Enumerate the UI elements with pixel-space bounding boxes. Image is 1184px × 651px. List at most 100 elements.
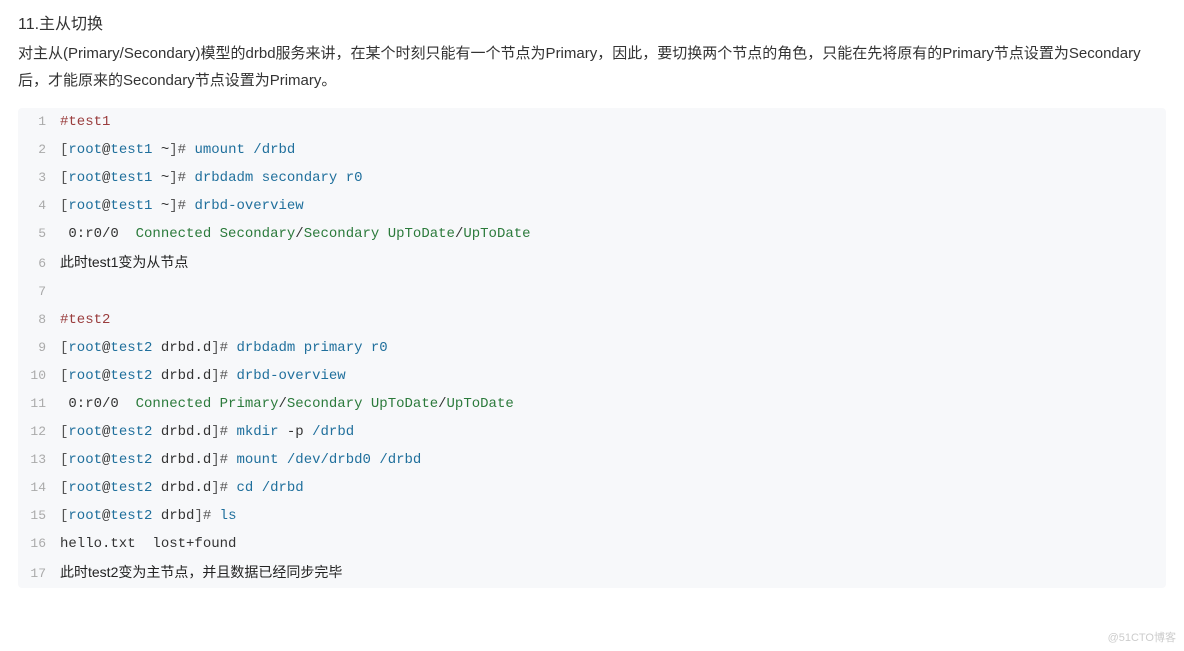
code-token: ~ bbox=[152, 170, 169, 186]
line-number: 15 bbox=[18, 502, 60, 530]
code-token: root bbox=[68, 452, 102, 468]
article-section: 11.主从切换 对主从(Primary/Secondary)模型的drbd服务来… bbox=[0, 0, 1184, 588]
code-token: drbd-overview bbox=[236, 368, 345, 384]
code-token: test2 bbox=[110, 340, 152, 356]
code-token: 此时test1变为从节点 bbox=[60, 254, 188, 270]
code-line: 1#test1 bbox=[18, 108, 1166, 136]
code-token: test2 bbox=[110, 368, 152, 384]
code-line: 11 0:r0/0 Connected Primary/Secondary Up… bbox=[18, 390, 1166, 418]
code-line: 8#test2 bbox=[18, 306, 1166, 334]
code-token: mkdir bbox=[236, 424, 278, 440]
code-token: drbd-overview bbox=[194, 198, 303, 214]
code-token: / bbox=[278, 396, 286, 412]
code-token bbox=[337, 170, 345, 186]
code-token: hello.txt lost+found bbox=[60, 536, 236, 552]
code-token bbox=[211, 396, 219, 412]
code-token: ] bbox=[169, 142, 177, 158]
line-number: 1 bbox=[18, 108, 60, 136]
code-token: # bbox=[220, 424, 237, 440]
section-heading: 11.主从切换 bbox=[18, 10, 1166, 34]
line-content: [root@test2 drbd.d]# drbdadm primary r0 bbox=[60, 334, 1166, 362]
line-number: 4 bbox=[18, 192, 60, 220]
line-content: #test1 bbox=[60, 108, 1166, 136]
line-number: 12 bbox=[18, 418, 60, 446]
code-line: 17此时test2变为主节点，并且数据已经同步完毕 bbox=[18, 558, 1166, 588]
code-token: # bbox=[220, 368, 237, 384]
code-token: UpToDate bbox=[447, 396, 514, 412]
code-token: # bbox=[203, 508, 220, 524]
code-token: UpToDate bbox=[388, 226, 455, 242]
code-token: Secondary bbox=[287, 396, 363, 412]
line-number: 8 bbox=[18, 306, 60, 334]
code-token: 此时test2变为主节点，并且数据已经同步完毕 bbox=[60, 564, 342, 580]
code-token: Connected bbox=[136, 226, 212, 242]
code-line: 10[root@test2 drbd.d]# drbd-overview bbox=[18, 362, 1166, 390]
code-token: Primary bbox=[220, 396, 279, 412]
code-token: #test2 bbox=[60, 312, 110, 328]
code-token: /drbd bbox=[312, 424, 354, 440]
code-token: umount bbox=[194, 142, 244, 158]
code-token: Connected bbox=[136, 396, 212, 412]
code-token: root bbox=[68, 170, 102, 186]
code-token: # bbox=[178, 142, 195, 158]
code-token bbox=[363, 396, 371, 412]
code-token: / bbox=[295, 226, 303, 242]
code-token: #test1 bbox=[60, 114, 110, 130]
code-line: 13[root@test2 drbd.d]# mount /dev/drbd0 … bbox=[18, 446, 1166, 474]
code-token: root bbox=[68, 340, 102, 356]
code-token: ] bbox=[211, 452, 219, 468]
code-token: drbd.d bbox=[152, 452, 211, 468]
line-content: 0:r0/0 Connected Primary/Secondary UpToD… bbox=[60, 390, 1166, 418]
code-block: 1#test12[root@test1 ~]# umount /drbd3[ro… bbox=[18, 108, 1166, 588]
code-token bbox=[278, 452, 286, 468]
line-number: 17 bbox=[18, 560, 60, 588]
code-token: test2 bbox=[110, 480, 152, 496]
code-token: # bbox=[220, 340, 237, 356]
code-token: drbd.d bbox=[152, 424, 211, 440]
code-token: UpToDate bbox=[371, 396, 438, 412]
code-token: Secondary bbox=[220, 226, 296, 242]
code-token: root bbox=[68, 508, 102, 524]
code-token: # bbox=[178, 198, 195, 214]
code-token: root bbox=[68, 142, 102, 158]
line-content: #test2 bbox=[60, 306, 1166, 334]
code-token: root bbox=[68, 480, 102, 496]
code-line: 6此时test1变为从节点 bbox=[18, 248, 1166, 278]
line-content: [root@test2 drbd.d]# mkdir -p /drbd bbox=[60, 418, 1166, 446]
line-number: 9 bbox=[18, 334, 60, 362]
code-token: root bbox=[68, 368, 102, 384]
code-token bbox=[278, 424, 286, 440]
code-token bbox=[253, 170, 261, 186]
line-number: 6 bbox=[18, 250, 60, 278]
line-content: [root@test2 drbd.d]# drbd-overview bbox=[60, 362, 1166, 390]
code-token: test2 bbox=[110, 424, 152, 440]
code-token: /drbd bbox=[379, 452, 421, 468]
code-token bbox=[304, 424, 312, 440]
code-line: 14[root@test2 drbd.d]# cd /drbd bbox=[18, 474, 1166, 502]
code-line: 2[root@test1 ~]# umount /drbd bbox=[18, 136, 1166, 164]
line-content: [root@test2 drbd.d]# cd /drbd bbox=[60, 474, 1166, 502]
code-token: test2 bbox=[110, 452, 152, 468]
line-number: 11 bbox=[18, 390, 60, 418]
code-token: drbdadm bbox=[194, 170, 253, 186]
code-line: 16hello.txt lost+found bbox=[18, 530, 1166, 558]
code-line: 5 0:r0/0 Connected Secondary/Secondary U… bbox=[18, 220, 1166, 248]
line-content: [root@test2 drbd]# ls bbox=[60, 502, 1166, 530]
line-number: 2 bbox=[18, 136, 60, 164]
code-token: secondary bbox=[262, 170, 338, 186]
code-token: /drbd bbox=[253, 142, 295, 158]
code-token: ls bbox=[220, 508, 237, 524]
line-content: [root@test1 ~]# drbdadm secondary r0 bbox=[60, 164, 1166, 192]
code-token: drbd bbox=[152, 508, 194, 524]
code-token: / bbox=[438, 396, 446, 412]
code-line: 9[root@test2 drbd.d]# drbdadm primary r0 bbox=[18, 334, 1166, 362]
code-token: primary bbox=[304, 340, 363, 356]
line-content: [root@test2 drbd.d]# mount /dev/drbd0 /d… bbox=[60, 446, 1166, 474]
line-content: 此时test2变为主节点，并且数据已经同步完毕 bbox=[60, 558, 1166, 588]
code-token: mount bbox=[236, 452, 278, 468]
code-token bbox=[211, 226, 219, 242]
code-token: ] bbox=[211, 368, 219, 384]
code-token: r0 bbox=[371, 340, 388, 356]
code-line: 4[root@test1 ~]# drbd-overview bbox=[18, 192, 1166, 220]
line-number: 3 bbox=[18, 164, 60, 192]
